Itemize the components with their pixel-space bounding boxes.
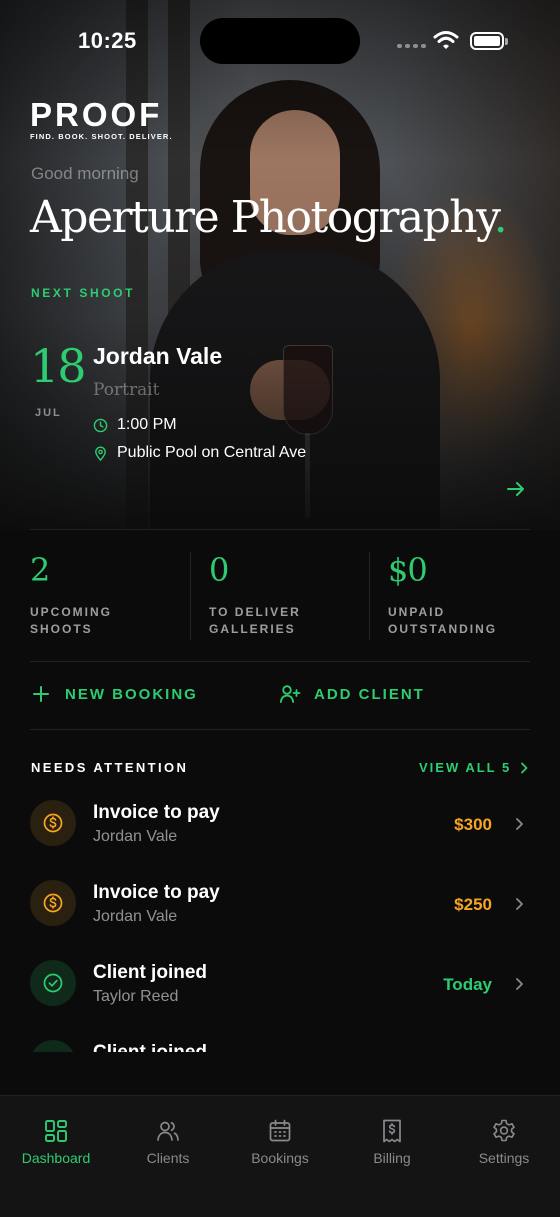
list-item[interactable]: Invoice to pay Jordan Vale $250: [0, 862, 560, 942]
shoot-time-row: 1:00 PM: [93, 416, 177, 434]
status-time: 10:25: [78, 28, 137, 53]
location-pin-icon: [95, 446, 106, 461]
wifi-icon: [433, 31, 459, 49]
list-item[interactable]: Invoice to pay Jordan Vale $300: [0, 782, 560, 862]
tab-label: Dashboard: [21, 1150, 91, 1166]
shoot-day: 18: [30, 339, 87, 393]
dollar-icon: [30, 800, 76, 846]
battery-icon: [470, 32, 508, 50]
logo-wordmark: PROOF: [30, 96, 163, 133]
studio-name: Aperture Photography.: [30, 192, 508, 243]
stat-label: UNPAID OUTSTANDING: [388, 605, 498, 636]
dynamic-island: [200, 18, 360, 64]
grid-icon: [45, 1120, 67, 1142]
item-title: Invoice to pay: [93, 882, 220, 903]
add-client-label: ADD CLIENT: [314, 685, 425, 703]
shoot-time: 1:00 PM: [117, 416, 177, 433]
tab-label: Billing: [373, 1150, 411, 1166]
shoot-month: JUL: [35, 407, 62, 419]
stat-unpaid[interactable]: $0 UNPAID OUTSTANDING: [388, 550, 538, 638]
chevron-right-icon: [521, 762, 528, 773]
list-item[interactable]: Client joined Taylor Reed Today: [0, 942, 560, 1022]
divider: [30, 661, 530, 662]
add-user-icon: [279, 685, 301, 703]
studio-name-text: Aperture Photography: [30, 192, 495, 243]
tab-bar: Dashboard Clients Bookings Billing Setti…: [0, 1095, 560, 1217]
status-bar: 10:25: [0, 0, 560, 84]
item-title: Invoice to pay: [93, 802, 220, 823]
stat-label: TO DELIVER GALLERIES: [209, 605, 301, 636]
attention-list: Invoice to pay Jordan Vale $300 Invoice …: [0, 782, 560, 1052]
plus-icon: [33, 686, 49, 702]
divider: [30, 729, 530, 730]
calendar-icon: [269, 1119, 291, 1142]
shoot-location-row: Public Pool on Central Ave: [93, 444, 306, 462]
tab-settings[interactable]: Settings: [448, 1118, 560, 1166]
add-client-button[interactable]: ADD CLIENT: [279, 683, 425, 705]
cellular-signal-icon: [397, 44, 426, 48]
shoot-client-name: Jordan Vale: [93, 343, 223, 369]
next-shoot-label: NEXT SHOOT: [31, 286, 136, 300]
view-all-link[interactable]: VIEW ALL 5: [419, 760, 529, 775]
stat-label: UPCOMING SHOOTS: [30, 605, 112, 636]
tab-label: Settings: [478, 1150, 530, 1166]
brand-logo: PROOF FIND. BOOK. SHOOT. DELIVER.: [30, 96, 173, 141]
item-subtitle: Taylor Reed: [93, 988, 179, 1005]
item-status: Today: [443, 975, 492, 994]
arrow-right-icon[interactable]: [505, 478, 527, 500]
view-all-label: VIEW ALL 5: [419, 760, 512, 775]
chevron-right-icon: [516, 898, 523, 910]
tab-billing[interactable]: Billing: [336, 1118, 448, 1166]
divider: [30, 529, 530, 530]
stat-value: $0: [388, 551, 428, 589]
check-circle-icon: [30, 960, 76, 1006]
studio-name-dot: .: [493, 192, 508, 243]
receipt-icon: [383, 1119, 401, 1143]
stat-to-deliver[interactable]: 0 TO DELIVER GALLERIES: [209, 550, 359, 638]
chevron-right-icon: [516, 818, 523, 830]
item-title: Client joined: [93, 962, 207, 983]
stat-value: 2: [30, 551, 50, 589]
shoot-type: Portrait: [93, 380, 160, 400]
stat-value: 0: [209, 551, 229, 589]
new-booking-button[interactable]: NEW BOOKING: [30, 683, 198, 705]
stat-upcoming-shoots[interactable]: 2 UPCOMING SHOOTS: [30, 550, 180, 638]
item-amount: $250: [454, 895, 492, 914]
new-booking-label: NEW BOOKING: [65, 685, 198, 703]
gear-icon: [493, 1119, 515, 1142]
check-circle-icon: [30, 1040, 76, 1052]
logo-tagline: FIND. BOOK. SHOOT. DELIVER.: [30, 132, 173, 141]
divider: [369, 552, 370, 640]
item-subtitle: Jordan Vale: [93, 828, 178, 845]
divider: [190, 552, 191, 640]
clock-icon: [93, 418, 108, 432]
shoot-location: Public Pool on Central Ave: [117, 444, 307, 461]
tab-label: Bookings: [251, 1150, 309, 1166]
tab-clients[interactable]: Clients: [112, 1118, 224, 1166]
needs-attention-title: NEEDS ATTENTION: [31, 760, 189, 775]
item-subtitle: Jordan Vale: [93, 908, 178, 925]
greeting: Good morning: [31, 164, 139, 183]
item-title: Client joined: [93, 1042, 207, 1052]
list-item[interactable]: Client joined: [0, 1022, 560, 1052]
tab-dashboard[interactable]: Dashboard: [0, 1118, 112, 1166]
item-amount: $300: [454, 815, 492, 834]
tab-label: Clients: [146, 1150, 190, 1166]
tab-bookings[interactable]: Bookings: [224, 1118, 336, 1166]
users-icon: [157, 1121, 179, 1141]
dollar-icon: [30, 880, 76, 926]
chevron-right-icon: [516, 978, 523, 990]
